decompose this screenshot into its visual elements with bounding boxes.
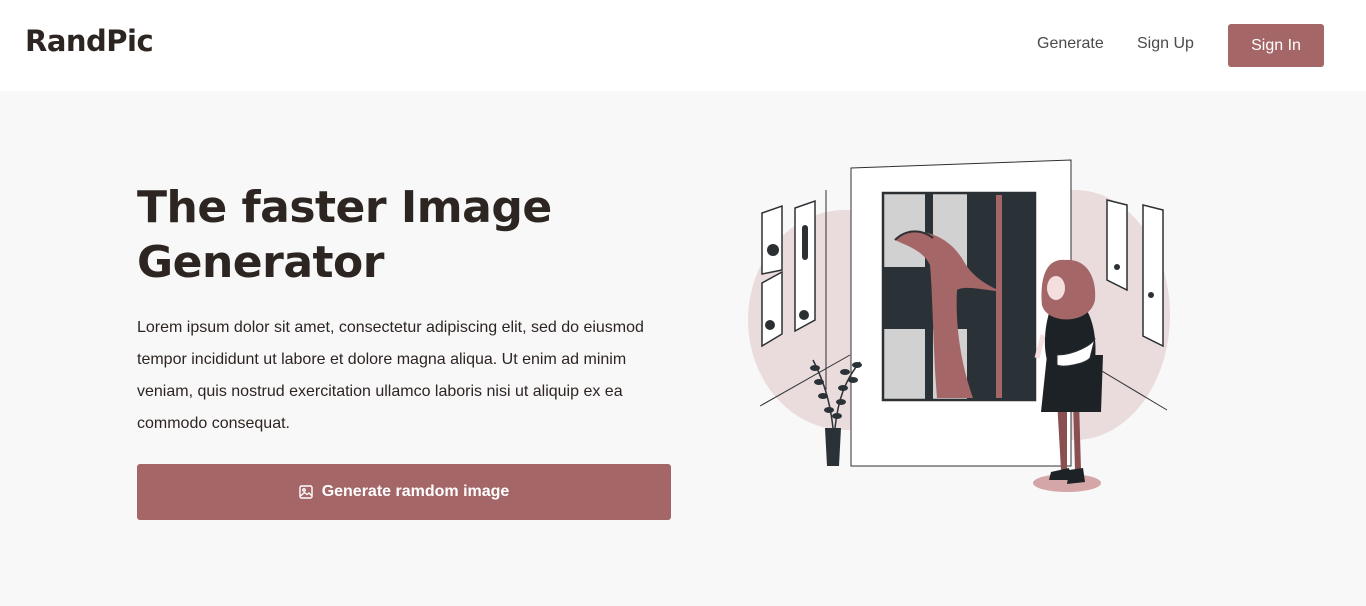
- sign-in-button[interactable]: Sign In: [1228, 24, 1324, 67]
- nav-link-sign-up[interactable]: Sign Up: [1137, 35, 1194, 53]
- nav-link-generate[interactable]: Generate: [1037, 35, 1104, 53]
- gallery-illustration: [745, 150, 1175, 500]
- generate-button-label: Generate ramdom image: [321, 483, 510, 500]
- image-icon: [298, 485, 313, 499]
- navbar: RandPic Generate Sign Up Sign In: [0, 0, 1366, 91]
- brand-logo[interactable]: RandPic: [25, 24, 154, 58]
- hero-description: Lorem ipsum dolor sit amet, consectetur …: [137, 319, 644, 432]
- generate-random-image-button[interactable]: Generate ramdom image: [137, 464, 671, 520]
- hero-title: The faster Image Generator: [137, 182, 552, 288]
